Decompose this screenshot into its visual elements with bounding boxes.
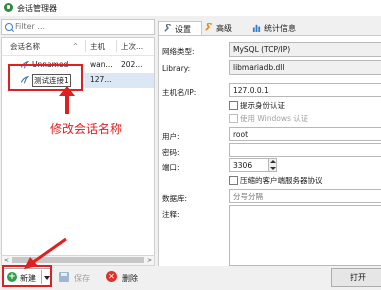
comment-label: 注释: — [162, 210, 180, 219]
library-select[interactable]: libmariadb.dll — [229, 60, 381, 75]
tab-advanced-label: 高级 — [216, 24, 232, 33]
column-header-session-name[interactable]: 会话名称 — [10, 41, 40, 52]
tab-settings[interactable]: 设置 — [158, 21, 202, 35]
delete-icon[interactable]: ✕ — [106, 271, 117, 282]
save-button[interactable]: 保存 — [74, 273, 90, 284]
comment-textarea[interactable] — [229, 205, 381, 266]
window-title: 会话管理器 — [17, 4, 57, 13]
filter-box[interactable] — [1, 19, 155, 35]
databases-input[interactable] — [229, 189, 381, 203]
network-type-select[interactable]: MySQL (TCP/IP) — [229, 42, 381, 57]
search-icon — [5, 23, 13, 31]
port-input[interactable]: 3306 — [229, 158, 269, 172]
session-host: 127... — [90, 75, 112, 84]
column-header-host[interactable]: 主机 — [90, 41, 105, 52]
tab-statistics[interactable]: 统计信息 — [248, 21, 308, 34]
settings-panel: 网络类型: MySQL (TCP/IP) Library: libmariadb… — [158, 35, 381, 266]
wrench-orange-icon — [205, 23, 213, 31]
windows-auth-label: 使用 Windows 认证 — [240, 114, 309, 123]
windows-auth-checkbox[interactable] — [229, 114, 238, 123]
password-input[interactable] — [229, 143, 381, 157]
tab-advanced[interactable]: 高级 — [200, 21, 245, 34]
column-header-last[interactable]: 上次... — [121, 41, 143, 52]
prompt-auth-label: 提示身份认证 — [240, 101, 285, 110]
tab-settings-label: 设置 — [175, 25, 191, 34]
annotation-diagonal-arrow-icon — [24, 237, 67, 269]
databases-label: 数据库: — [162, 194, 188, 203]
scroll-right-icon[interactable]: > — [147, 257, 152, 264]
bar-chart-icon — [252, 24, 261, 32]
column-separator[interactable] — [116, 40, 117, 52]
open-button[interactable]: 打开 — [331, 268, 381, 287]
port-label: 端口: — [162, 163, 180, 172]
hostname-input[interactable]: 127.0.0.1 — [229, 83, 381, 97]
save-icon — [59, 272, 69, 282]
delete-button[interactable]: 删除 — [122, 273, 138, 284]
annotation-text: 修改会话名称 — [50, 122, 123, 136]
compressed-protocol-checkbox[interactable] — [229, 176, 238, 185]
header-divider — [2, 55, 154, 56]
tab-bar: 设置 高级 统计信息 — [158, 19, 381, 35]
sort-caret-icon: ^ — [73, 43, 79, 50]
app-icon — [4, 3, 13, 12]
hostname-label: 主机名/IP: — [162, 88, 197, 97]
network-type-label: 网络类型: — [162, 47, 195, 56]
user-input[interactable]: root — [229, 127, 381, 141]
filter-input[interactable] — [15, 21, 145, 32]
annotation-up-arrow-icon — [59, 86, 75, 114]
session-last: 202... — [121, 60, 143, 69]
scroll-left-icon[interactable]: < — [4, 257, 9, 264]
column-separator[interactable] — [85, 40, 86, 52]
library-label: Library: — [162, 64, 191, 73]
wrench-icon — [164, 24, 171, 32]
title-bar: 会话管理器 — [0, 0, 381, 16]
port-stepper[interactable] — [268, 158, 277, 172]
prompt-auth-checkbox[interactable] — [229, 101, 238, 110]
tab-statistics-label: 统计信息 — [264, 24, 296, 33]
session-host: wan... — [90, 60, 113, 69]
password-label: 密码: — [162, 148, 180, 157]
compressed-protocol-label: 压缩的客户端服务器协议 — [240, 176, 323, 185]
user-label: 用户: — [162, 132, 180, 141]
